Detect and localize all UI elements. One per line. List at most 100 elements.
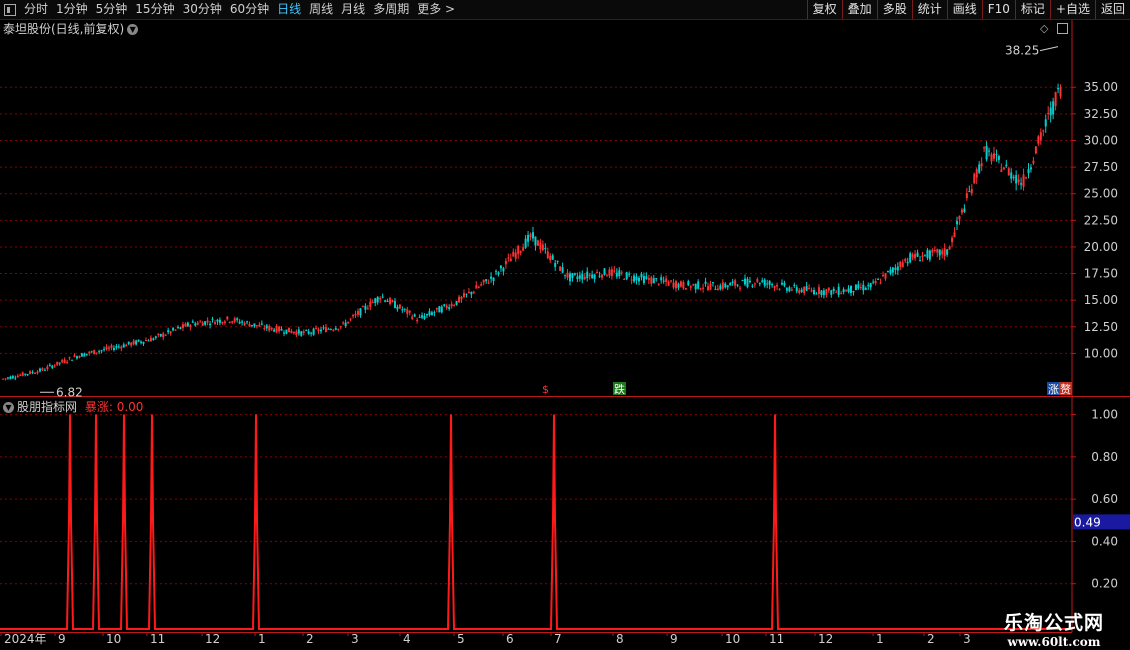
candle-body <box>401 309 404 311</box>
toolbar-button-4[interactable]: 画线 <box>946 0 982 19</box>
candle-body <box>1032 160 1035 164</box>
tab-period-1[interactable]: 1分钟 <box>52 0 92 19</box>
tab-period-4[interactable]: 30分钟 <box>179 0 226 19</box>
candle-body <box>460 296 463 299</box>
chevron-down-icon[interactable]: ▼ <box>127 24 139 35</box>
candle-body <box>928 250 931 260</box>
y-tick-label: 12.50 <box>1084 320 1118 334</box>
candle-body <box>640 274 643 278</box>
window-menu-icon[interactable] <box>4 3 16 16</box>
toolbar-button-0[interactable]: 复权 <box>806 0 842 19</box>
candle-body <box>615 272 618 277</box>
candle-body <box>850 285 852 293</box>
candle-body <box>485 279 488 282</box>
candle-body <box>650 277 653 284</box>
tab-period-8[interactable]: 月线 <box>337 0 369 19</box>
candle-body <box>154 336 157 338</box>
tab-period-3[interactable]: 15分钟 <box>131 0 178 19</box>
candle-body <box>374 298 377 303</box>
candle-body <box>909 253 912 263</box>
candle-body <box>1059 87 1062 97</box>
candle-body <box>859 287 862 289</box>
candle-body <box>894 267 897 270</box>
candle-body <box>1044 119 1047 127</box>
candle-body <box>808 287 811 289</box>
candle-body <box>112 347 115 350</box>
toolbar-button-2[interactable]: 多股 <box>876 0 912 19</box>
tab-period-7[interactable]: 周线 <box>305 0 337 19</box>
diamond-icon[interactable]: ◇ <box>1040 22 1048 35</box>
candle-body <box>14 377 17 379</box>
candle-body <box>822 290 825 296</box>
chevron-down-icon[interactable]: ▼ <box>3 402 14 413</box>
candle-body <box>771 284 774 286</box>
tab-period-6[interactable]: 日线 <box>273 0 305 19</box>
candle-body <box>877 279 880 281</box>
candle-body <box>46 366 49 369</box>
candle-body <box>184 323 187 327</box>
candle-body <box>11 376 14 379</box>
tab-period-2[interactable]: 5分钟 <box>92 0 132 19</box>
toolbar-button-3[interactable]: 统计 <box>911 0 947 19</box>
candle-body <box>231 321 234 323</box>
toolbar-button-7[interactable]: +自选 <box>1049 0 1095 19</box>
tab-period-10[interactable]: 更多 > <box>413 0 459 19</box>
candle-body <box>992 153 995 159</box>
candle-body <box>384 300 387 302</box>
y-tick-label: 22.50 <box>1084 213 1118 227</box>
panel-toggle-icon[interactable] <box>1057 23 1068 34</box>
toolbar-button-6[interactable]: 标记 <box>1014 0 1050 19</box>
candle-body <box>657 283 660 285</box>
candle-body <box>1054 92 1057 107</box>
candle-body <box>36 371 39 374</box>
candle-body <box>711 282 714 284</box>
candle-body <box>110 345 113 348</box>
candle-body <box>502 268 505 272</box>
candle-body <box>135 340 138 345</box>
x-tick-label: 2024年 <box>4 632 47 646</box>
chart-canvas: 10.00 12.50 15.00 17.50 20.00 22.50 25.00 27.50… <box>0 20 1130 646</box>
candle-body <box>450 304 453 307</box>
candle-body <box>837 286 840 295</box>
candle-body <box>490 276 493 279</box>
toolbar-button-1[interactable]: 叠加 <box>841 0 877 19</box>
candle-body <box>906 261 909 264</box>
candle-body <box>702 287 705 289</box>
event-marker-bg <box>613 382 626 395</box>
x-tick-label: 10 <box>725 632 740 646</box>
candle-body <box>620 272 623 274</box>
candle-body <box>591 274 594 279</box>
candle-body <box>144 340 147 342</box>
toolbar-button-5[interactable]: F10 <box>981 0 1015 19</box>
x-tick-label: 5 <box>457 632 465 646</box>
candle-body <box>776 285 779 287</box>
candle-body <box>815 293 818 295</box>
tab-period-0[interactable]: 分时 <box>20 0 52 19</box>
candle-body <box>90 351 93 353</box>
candle-body <box>800 289 803 292</box>
candle-body <box>108 347 110 349</box>
candle-body <box>926 249 929 258</box>
watermark-title: 乐淘公式网 <box>1003 612 1104 634</box>
y-tick-label: 0.80 <box>1091 450 1118 464</box>
tab-period-9[interactable]: 多周期 <box>369 0 413 19</box>
x-tick-label: 7 <box>554 632 562 646</box>
candle-body <box>983 147 986 149</box>
candle-body <box>830 290 833 295</box>
candle-body <box>662 280 665 282</box>
candle-body <box>554 262 557 267</box>
toolbar-button-8[interactable]: 返回 <box>1094 0 1130 19</box>
candle-body <box>179 327 182 329</box>
candle-body <box>1039 132 1042 141</box>
candle-body <box>458 296 461 303</box>
candle-body <box>393 301 396 308</box>
candle-body <box>618 270 621 277</box>
candle-body <box>16 375 19 378</box>
candle-body <box>164 334 167 336</box>
candle-body <box>975 169 978 178</box>
candle-body <box>827 287 830 291</box>
tab-period-5[interactable]: 60分钟 <box>226 0 273 19</box>
axes: 0.492024年 9 10 11 12 1 2 3 4 5 6 7 8 9 10 11 12 1 2 3 <box>0 20 1130 646</box>
candle-body <box>623 278 626 280</box>
candle-body <box>763 279 766 286</box>
